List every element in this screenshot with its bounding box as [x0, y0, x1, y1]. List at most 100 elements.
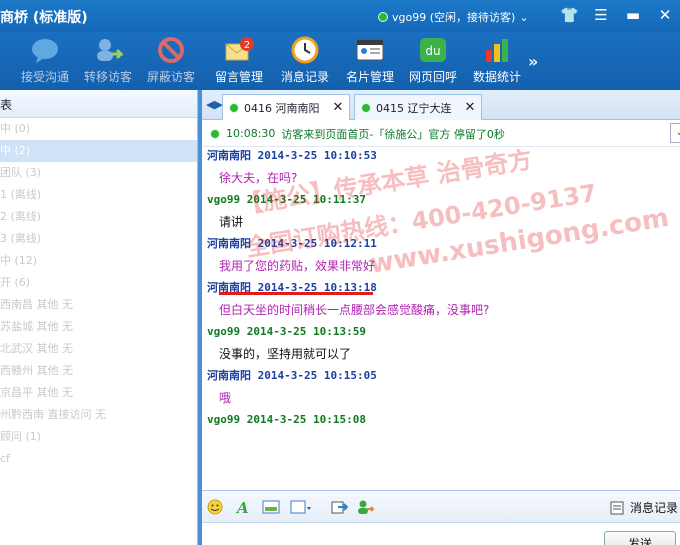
close-tab-icon[interactable]: ✕ [333, 100, 344, 115]
message-body [219, 428, 680, 456]
user-status-label: vgo99 (空闲，接待访客) [392, 11, 516, 24]
phone-callback-icon: du [420, 38, 446, 62]
chevron-down-icon[interactable]: ⌄ [519, 11, 528, 24]
visitor-list-item[interactable]: 3 (离线) [0, 228, 197, 250]
accept-chat-label: 接受沟通 [20, 70, 69, 84]
message-body: 哦 [219, 391, 232, 405]
input-toolbar: A 消息记录 [202, 490, 680, 522]
tab-chat-0416-label: 0416 河南南阳 [244, 101, 320, 115]
online-status-icon [210, 128, 220, 139]
block-visitor-label: 屏蔽访客 [146, 70, 195, 84]
message-body: 徐大夫，在吗? [219, 171, 298, 185]
screenshot-icon[interactable] [290, 499, 316, 515]
bar-chart-icon [486, 39, 508, 62]
visitor-list-item[interactable]: 西赣州 其他 无 [0, 360, 197, 382]
message-body: 没事的，坚持用就可以了 [219, 347, 352, 361]
skin-shirt-icon[interactable]: 👕 [560, 7, 579, 23]
partial-icon [0, 36, 6, 64]
title-bar: 营商桥 (标准版) vgo99 (空闲，接待访客) ⌄ 👕 ☰ ▬ ✕ [0, 0, 680, 32]
highlight-underline [219, 292, 373, 295]
message-header: 河南南阳 2014-3-25 10:12:11 [207, 237, 377, 250]
chat-bubble-icon [32, 39, 58, 63]
transfer-visitor-label: 转移访客 [83, 70, 132, 84]
tab-scroll-left-icon[interactable]: ◀▶ [206, 98, 223, 111]
clock-icon [291, 36, 319, 64]
visitor-list-item[interactable]: 中 (0) [0, 118, 197, 140]
web-callback-button[interactable]: du 网页回呼 [402, 36, 464, 85]
message-record-button[interactable]: 消息记录 [274, 36, 336, 85]
window-controls: 👕 ☰ ▬ ✕ [560, 7, 674, 23]
chat-tab-bar: ◀▶ 0416 河南南阳 ✕ 0415 辽宁大连 ✕ [202, 90, 680, 120]
info-dropdown-icon[interactable]: ⌄ [670, 123, 680, 143]
visitor-list-item[interactable]: 中 (12) [0, 250, 197, 272]
visitor-list-item[interactable]: 1 (离线) [0, 184, 197, 206]
visitor-list-item[interactable]: 州黔西南 直接访问 无 [0, 404, 197, 426]
message-record-link[interactable]: 消息记录 [610, 499, 678, 516]
visitor-list-item[interactable]: 团队 (3) [0, 162, 197, 184]
visitor-list-item[interactable]: 2 (离线) [0, 206, 197, 228]
emoji-icon[interactable] [206, 499, 224, 515]
visitor-list-item[interactable]: 顾问 (1) [0, 426, 197, 448]
message-header: vgo99 2014-3-25 10:13:59 [207, 325, 366, 338]
message-body: 我用了您的药贴，效果非常好 [219, 259, 376, 273]
message-body: 请讲 [219, 215, 244, 229]
message-record-link-label: 消息记录 [629, 501, 678, 515]
send-button[interactable]: 发送 [604, 531, 676, 545]
message-input[interactable]: 发送 [202, 522, 680, 545]
transfer-user-icon[interactable] [356, 499, 374, 515]
statistics-button[interactable]: 数据统计 [466, 36, 528, 85]
send-file-icon[interactable] [330, 499, 348, 515]
visitor-list-item[interactable]: cf [0, 448, 197, 470]
statistics-label: 数据统计 [472, 70, 521, 84]
transfer-visitor-button[interactable]: 转移访客 [77, 36, 139, 85]
transfer-user-icon [97, 39, 123, 61]
font-icon[interactable]: A [234, 499, 252, 515]
message-header: 河南南阳 2014-3-25 10:10:53 [207, 149, 377, 162]
visitor-list: 中 (0) 中 (2) 团队 (3) 1 (离线) 2 (离线) 3 (离线) 中 (12)… [0, 118, 197, 470]
online-status-icon [378, 12, 388, 22]
block-icon [158, 37, 184, 63]
visitor-list-item[interactable]: 开 (6) [0, 272, 197, 294]
envelope-icon: 2 [225, 37, 254, 61]
tab-chat-0415-label: 0415 辽宁大连 [376, 101, 452, 115]
image-icon[interactable] [262, 499, 280, 515]
record-icon [610, 501, 624, 514]
tab-chat-0416[interactable]: 0416 河南南阳 ✕ [222, 94, 351, 120]
block-visitor-button[interactable]: 屏蔽访客 [140, 36, 202, 85]
accept-chat-button[interactable]: 接受沟通 [14, 36, 76, 85]
svg-text:A: A [235, 499, 249, 515]
visitor-list-item[interactable]: 京昌平 其他 无 [0, 382, 197, 404]
web-callback-label: 网页回呼 [408, 70, 457, 84]
online-status-icon [229, 102, 239, 113]
visitor-list-item[interactable]: 中 (2) [0, 140, 197, 162]
main-toolbar: 消 接受沟通 转移访客 屏蔽访客 2 留言管理 [0, 32, 680, 90]
message-body: 但白天坐的时间稍长一点腰部会感觉酸痛，没事吧? [219, 303, 490, 317]
minimize-icon[interactable]: ▬ [624, 7, 642, 23]
toolbar-more-button[interactable]: » [528, 52, 538, 71]
close-tab-icon[interactable]: ✕ [465, 100, 476, 115]
unread-badge: 2 [244, 40, 250, 51]
message-header: vgo99 2014-3-25 10:11:37 [207, 193, 366, 206]
visit-time: 10:08:30 [226, 127, 276, 140]
user-status[interactable]: vgo99 (空闲，接待访客) ⌄ [378, 9, 529, 25]
visitor-list-item[interactable]: 北武汉 其他 无 [0, 338, 197, 360]
tab-chat-0415[interactable]: 0415 辽宁大连 ✕ [354, 94, 483, 120]
app-title: 营商桥 (标准版) [0, 10, 88, 26]
visitor-list-header: 表 [0, 90, 197, 118]
visitor-list-item[interactable]: 西南昌 其他 无 [0, 294, 197, 316]
visit-info-text: 访客来到页面首页-「徐施公」官方 停留了0秒 [281, 127, 505, 141]
chat-history: 河南南阳 2014-3-25 10:10:53 徐大夫，在吗? vgo99 2014… [202, 148, 680, 488]
message-header: vgo99 2014-3-25 10:15:08 [207, 413, 366, 426]
close-icon[interactable]: ✕ [656, 7, 674, 23]
visitor-info-bar: 10:08:30 访客来到页面首页-「徐施公」官方 停留了0秒 ⌄ [202, 121, 680, 147]
visitor-list-item[interactable]: 苏盐城 其他 无 [0, 316, 197, 338]
message-manage-button[interactable]: 2 留言管理 [208, 36, 270, 85]
svg-text:du: du [425, 44, 440, 58]
card-manage-label: 名片管理 [345, 70, 394, 84]
visitor-list-panel: 表 中 (0) 中 (2) 团队 (3) 1 (离线) 2 (离线) 3 (离线) 中 (1… [0, 90, 198, 545]
message-record-label: 消息记录 [280, 70, 329, 84]
card-manage-button[interactable]: 名片管理 [339, 36, 401, 85]
menu-icon[interactable]: ☰ [592, 7, 610, 23]
message-header: 河南南阳 2014-3-25 10:15:05 [207, 369, 377, 382]
message-list: 河南南阳 2014-3-25 10:10:53 徐大夫，在吗? vgo99 2014… [202, 148, 680, 456]
